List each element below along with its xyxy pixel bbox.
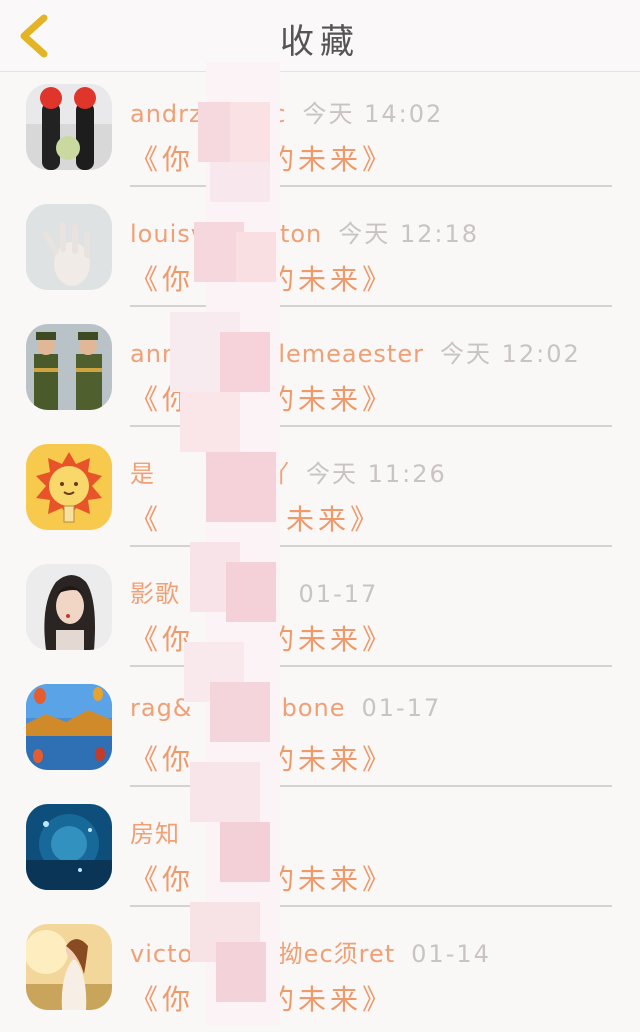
- timestamp: 今天 12:18: [338, 220, 480, 248]
- list-item[interactable]: 是 吖今天 11:26 《 的未来》: [0, 432, 640, 552]
- avatar: [26, 564, 112, 650]
- favorites-list: andrzo c 今天 14:02 《你 的未来》 louisv ton 今天 12:18…: [0, 72, 640, 1032]
- user-name-tail: s拗ec须ret: [265, 940, 396, 968]
- user-name-tail: ulemeaester: [262, 340, 424, 368]
- avatar: [26, 804, 112, 890]
- user-name: ann: [130, 340, 179, 368]
- avatar: [26, 684, 112, 770]
- timestamp: 01-17: [298, 580, 379, 608]
- list-item[interactable]: ann ulemeaester 今天 12:02 《你 的未来》: [0, 312, 640, 432]
- user-name: 影歌: [130, 580, 180, 608]
- user-name-tail: ton: [279, 220, 323, 248]
- top-bar: 收藏: [0, 0, 640, 72]
- user-name-tail: 吖: [265, 460, 290, 488]
- page-title: 收藏: [280, 22, 360, 62]
- work-title-tail: 的未来》: [266, 863, 395, 896]
- divider: [130, 425, 612, 427]
- work-title-tail: 的未来》: [266, 263, 395, 296]
- work-title: 《你: [130, 623, 195, 656]
- work-title: 《你: [130, 143, 195, 176]
- divider: [130, 905, 612, 907]
- user-name: rag&: [130, 694, 193, 722]
- timestamp: 01-17: [361, 694, 442, 722]
- list-item[interactable]: andrzo c 今天 14:02 《你 的未来》: [0, 72, 640, 192]
- user-name-tail: ;bone: [272, 694, 346, 722]
- divider: [130, 785, 612, 787]
- avatar: [26, 444, 112, 530]
- list-item[interactable]: 房知 《你 的未来》: [0, 792, 640, 912]
- list-item[interactable]: rag& ;bone 01-17 《你 的未来》: [0, 672, 640, 792]
- user-name-tail: 12: [250, 580, 283, 608]
- work-title-tail: 的未来》: [266, 743, 395, 776]
- timestamp: 01-14: [411, 940, 491, 968]
- work-title-tail: 的未来》: [266, 983, 395, 1016]
- divider: [130, 185, 612, 187]
- work-title-tail: 的未来》: [266, 143, 395, 176]
- user-name: 房知: [130, 820, 180, 848]
- divider: [130, 665, 612, 667]
- list-item[interactable]: louisv ton 今天 12:18 《你 的未来》: [0, 192, 640, 312]
- user-name-tail: c: [272, 100, 287, 128]
- divider: [130, 305, 612, 307]
- user-name: victo: [130, 940, 194, 968]
- timestamp: 今天 11:26: [306, 460, 447, 488]
- work-title-tail: 的未来》: [266, 623, 395, 656]
- avatar: [26, 84, 112, 170]
- list-item[interactable]: 影歌 12 01-17 《你 的未来》: [0, 552, 640, 672]
- work-title: 《你: [130, 983, 195, 1016]
- work-title: 《你: [130, 383, 195, 416]
- user-name: andrzo: [130, 100, 219, 128]
- divider: [130, 545, 612, 547]
- work-title-tail: 的未来》: [254, 503, 383, 536]
- list-item[interactable]: victo s拗ec须ret 01-14 《你 的未来》: [0, 912, 640, 1032]
- work-title: 《你: [130, 743, 195, 776]
- work-title: 《你: [130, 263, 195, 296]
- user-name: 是: [130, 460, 155, 488]
- user-name: louisv: [130, 220, 206, 248]
- work-title-tail: 的未来》: [266, 383, 395, 416]
- work-title: 《: [130, 503, 163, 536]
- avatar: [26, 204, 112, 290]
- timestamp: 今天 12:02: [439, 340, 581, 368]
- avatar: [26, 924, 112, 1010]
- avatar: [26, 324, 112, 410]
- work-title: 《你: [130, 863, 195, 896]
- timestamp: 今天 14:02: [302, 100, 444, 128]
